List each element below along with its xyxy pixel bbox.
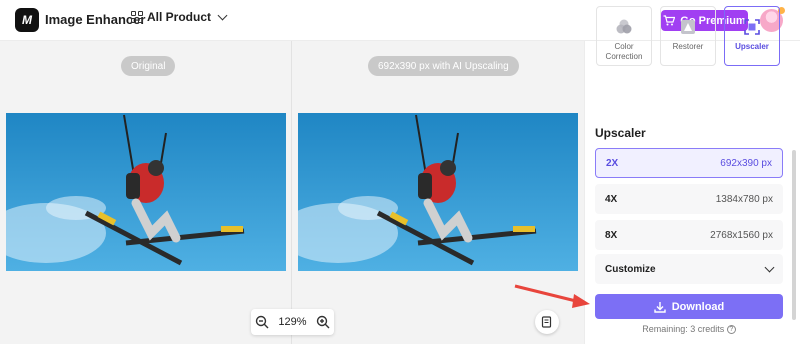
customize-dropdown[interactable]: Customize [595, 254, 783, 284]
tool-color-correction-label: Color Correction [605, 42, 643, 61]
notes-button[interactable] [535, 310, 559, 334]
upscaled-image [298, 113, 578, 271]
help-icon[interactable]: ? [726, 325, 736, 335]
all-product-menu[interactable]: All Product [131, 10, 228, 24]
chevron-down-icon [217, 10, 228, 20]
option-2x-size: 692x390 px [720, 157, 772, 169]
zoom-out-icon[interactable] [255, 315, 269, 329]
original-image [6, 113, 286, 271]
download-label: Download [671, 300, 725, 313]
original-label-pill: Original [121, 56, 176, 76]
compare-divider[interactable] [291, 41, 292, 344]
upscale-option-4x[interactable]: 4X 1384x780 px [595, 184, 783, 214]
remaining-credits-text: Remaining: 3 credits [642, 324, 725, 334]
upscaler-section-title: Upscaler [595, 126, 646, 140]
annotation-arrow-icon [514, 284, 590, 308]
color-correction-icon [616, 19, 632, 34]
zoom-level: 129% [278, 316, 307, 328]
option-4x-label: 4X [605, 193, 618, 205]
tool-upscaler[interactable]: Upscaler [724, 6, 780, 66]
restorer-icon [681, 20, 695, 34]
notes-icon [541, 316, 552, 328]
app-logo[interactable]: M [15, 8, 39, 32]
upscale-option-8x[interactable]: 8X 2768x1560 px [595, 220, 783, 250]
download-button[interactable]: Download [595, 294, 783, 319]
download-icon [654, 301, 666, 313]
remaining-credits: Remaining: 3 credits ? [595, 324, 783, 335]
tool-restorer[interactable]: Restorer [660, 6, 716, 66]
customize-label: Customize [605, 263, 656, 275]
option-4x-size: 1384x780 px [715, 193, 773, 205]
upscaler-icon [744, 19, 760, 35]
zoom-control: 129% [251, 309, 334, 335]
tool-color-correction[interactable]: Color Correction [596, 6, 652, 66]
upscaled-label-pill: 692x390 px with AI Upscaling [368, 56, 519, 76]
upscale-option-2x[interactable]: 2X 692x390 px [595, 148, 783, 178]
tool-upscaler-label: Upscaler [735, 42, 769, 51]
all-product-label: All Product [147, 10, 212, 24]
chevron-down-icon [764, 262, 775, 272]
zoom-in-icon[interactable] [316, 315, 330, 329]
panel-scrollbar[interactable] [792, 150, 796, 320]
grid-icon [131, 11, 143, 23]
tool-restorer-label: Restorer [672, 42, 704, 51]
option-2x-label: 2X [606, 157, 619, 169]
option-8x-size: 2768x1560 px [710, 229, 773, 241]
option-8x-label: 8X [605, 229, 618, 241]
